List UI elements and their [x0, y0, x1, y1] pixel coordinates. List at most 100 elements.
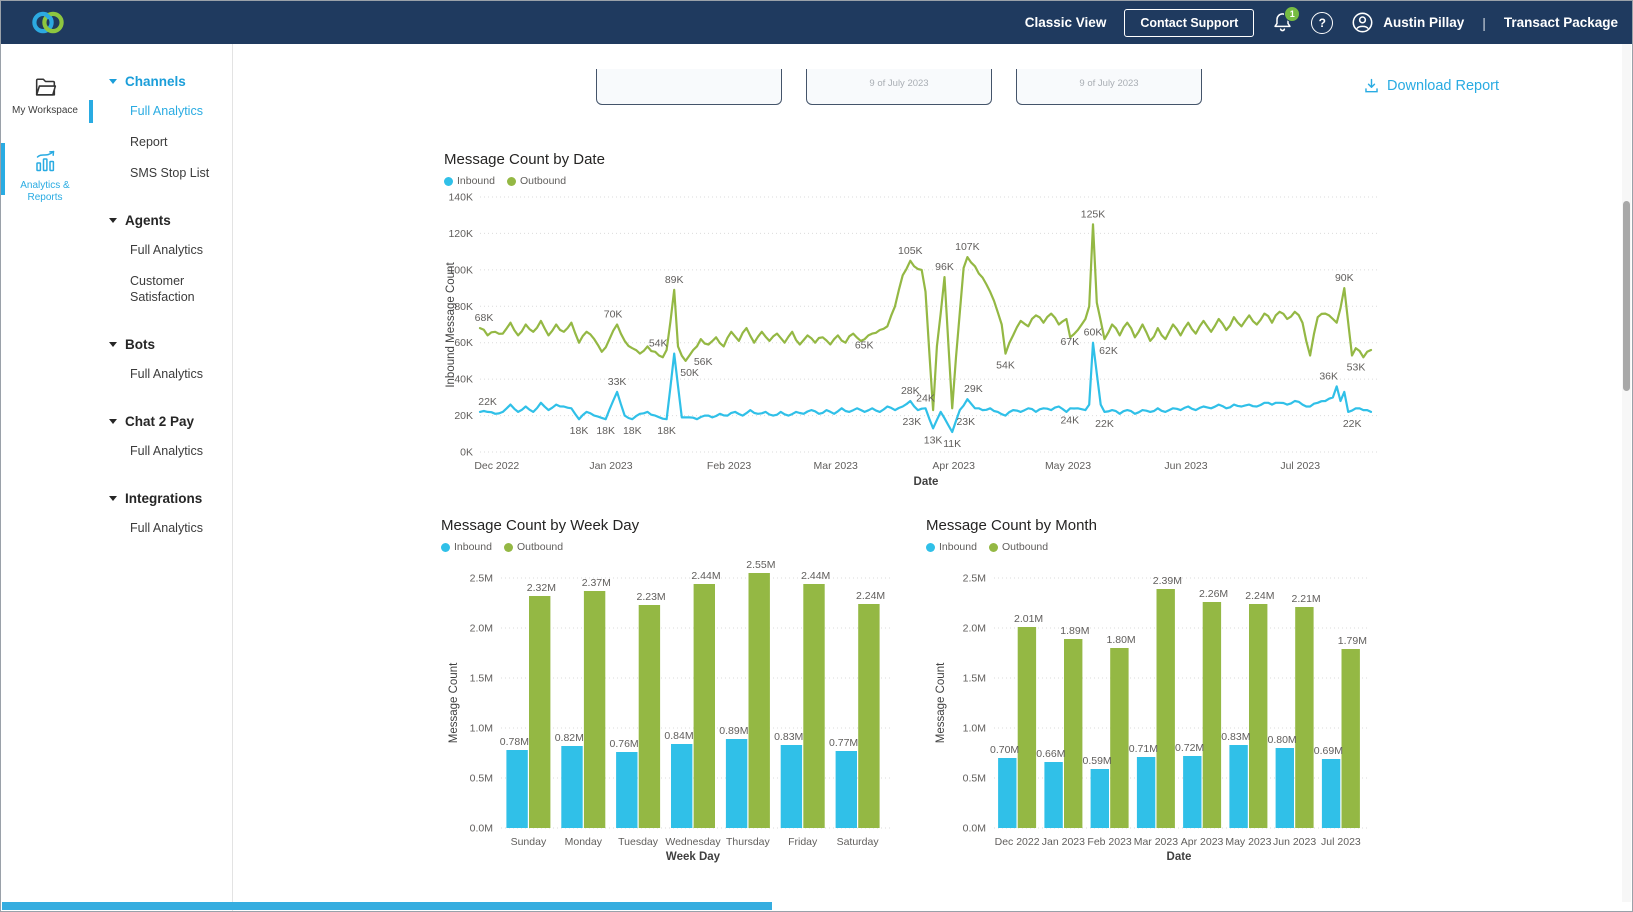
- bar-inbound-jul-2023[interactable]: [1322, 759, 1340, 828]
- legend-item-outbound[interactable]: Outbound: [504, 541, 563, 553]
- bar-inbound-mar-2023[interactable]: [1137, 757, 1155, 828]
- data-label: 1.79M: [1338, 635, 1367, 647]
- nav-group-header-bots[interactable]: Bots: [89, 337, 232, 352]
- x-tick-label: Dec 2022: [474, 460, 519, 472]
- data-label: 29K: [964, 383, 983, 395]
- bar-inbound-may-2023[interactable]: [1229, 745, 1247, 828]
- nav-item-integrations-full-analytics[interactable]: Full Analytics: [89, 520, 232, 537]
- bar-inbound-jun-2023[interactable]: [1276, 748, 1294, 828]
- bar-inbound-feb-2023[interactable]: [1091, 769, 1109, 828]
- vertical-scrollbar-thumb[interactable]: [1623, 201, 1630, 391]
- chart-title: Message Count by Week Day: [441, 517, 903, 534]
- rail-item-analytics-reports[interactable]: Analytics & Reports: [1, 148, 89, 205]
- data-label: 62K: [1099, 345, 1118, 357]
- date-filter-2[interactable]: 9 of July 2023: [806, 69, 992, 105]
- bar-inbound-wednesday[interactable]: [671, 744, 692, 828]
- bar-inbound-jan-2023[interactable]: [1044, 762, 1062, 828]
- nav-group-header-chat-2-pay[interactable]: Chat 2 Pay: [89, 414, 232, 429]
- data-label: 22K: [478, 396, 497, 408]
- legend-item-inbound[interactable]: Inbound: [926, 541, 977, 553]
- bar-outbound-thursday[interactable]: [749, 573, 770, 828]
- legend-item-outbound[interactable]: Outbound: [989, 541, 1048, 553]
- nav-group-label: Channels: [125, 74, 186, 89]
- bar-outbound-friday[interactable]: [803, 584, 824, 828]
- bar-outbound-sunday[interactable]: [529, 596, 550, 828]
- y-tick-label: 2.0M: [470, 623, 493, 635]
- line-chart-canvas[interactable]: 0K20K40K60K80K100K120K140KDec 2022Jan 20…: [444, 187, 1379, 492]
- legend-item-inbound[interactable]: Inbound: [441, 541, 492, 553]
- download-report-button[interactable]: Download Report: [1363, 77, 1499, 95]
- bar-outbound-dec-2022[interactable]: [1018, 627, 1036, 828]
- legend-dot-outbound: [504, 543, 513, 552]
- rail-item-my-workspace[interactable]: My Workspace: [1, 74, 89, 118]
- nav-group-header-integrations[interactable]: Integrations: [89, 491, 232, 506]
- nav-group-header-agents[interactable]: Agents: [89, 213, 232, 228]
- data-label: 0.70M: [990, 744, 1019, 756]
- bar-outbound-saturday[interactable]: [858, 604, 879, 828]
- nav-group-label: Bots: [125, 337, 155, 352]
- legend-item-outbound[interactable]: Outbound: [507, 175, 566, 187]
- bar-inbound-saturday[interactable]: [836, 751, 857, 828]
- bar-outbound-monday[interactable]: [584, 591, 605, 828]
- chart-title: Message Count by Date: [444, 151, 1384, 168]
- bar-inbound-tuesday[interactable]: [616, 752, 637, 828]
- data-label: 53K: [1347, 362, 1366, 374]
- data-label: 18K: [596, 425, 615, 437]
- nav-item-channels-report[interactable]: Report: [89, 134, 232, 151]
- data-label: 0.80M: [1268, 734, 1297, 746]
- bar-outbound-mar-2023[interactable]: [1157, 589, 1175, 828]
- user-name: Austin Pillay: [1383, 15, 1464, 30]
- date-filter-3[interactable]: 9 of July 2023: [1016, 69, 1202, 105]
- bar-outbound-tuesday[interactable]: [639, 605, 660, 828]
- y-tick-label: 1.5M: [963, 673, 986, 685]
- bar-inbound-sunday[interactable]: [506, 750, 527, 828]
- bar-chart-canvas[interactable]: 0.0M0.5M1.0M1.5M2.0M2.5MDec 20220.70M2.0…: [926, 553, 1392, 873]
- vertical-scrollbar[interactable]: [1622, 44, 1631, 902]
- nav-item-chat-2-pay-full-analytics[interactable]: Full Analytics: [89, 443, 232, 460]
- brand-logo-icon[interactable]: [29, 9, 67, 36]
- horizontal-scrollbar[interactable]: [2, 902, 1622, 910]
- contact-support-button[interactable]: Contact Support: [1124, 9, 1254, 37]
- bar-outbound-apr-2023[interactable]: [1203, 602, 1221, 828]
- horizontal-scrollbar-thumb[interactable]: [2, 902, 772, 910]
- data-label: 0.66M: [1036, 748, 1065, 760]
- bar-chart-canvas[interactable]: 0.0M0.5M1.0M1.5M2.0M2.5MSunday0.78M2.32M…: [441, 553, 901, 873]
- bar-outbound-wednesday[interactable]: [694, 584, 715, 828]
- nav-group-header-channels[interactable]: Channels: [89, 74, 232, 89]
- bar-outbound-may-2023[interactable]: [1249, 604, 1267, 828]
- legend-label: Outbound: [517, 541, 563, 553]
- bar-outbound-feb-2023[interactable]: [1110, 648, 1128, 828]
- data-label: 2.32M: [527, 582, 556, 594]
- bar-outbound-jan-2023[interactable]: [1064, 639, 1082, 828]
- notifications-button[interactable]: 1: [1272, 11, 1293, 34]
- bar-inbound-friday[interactable]: [781, 745, 802, 828]
- data-label: 2.01M: [1014, 613, 1043, 625]
- bar-outbound-jul-2023[interactable]: [1342, 649, 1360, 828]
- user-menu[interactable]: Austin Pillay: [1351, 11, 1464, 34]
- bar-outbound-jun-2023[interactable]: [1295, 607, 1313, 828]
- data-label: 18K: [623, 425, 642, 437]
- bar-inbound-apr-2023[interactable]: [1183, 756, 1201, 828]
- nav-item-agents-customer-satisfaction[interactable]: Customer Satisfaction: [89, 273, 232, 307]
- analytics-icon: [32, 148, 59, 174]
- nav-item-channels-sms-stop-list[interactable]: SMS Stop List: [89, 165, 232, 182]
- help-icon[interactable]: ?: [1311, 12, 1333, 34]
- nav-item-agents-full-analytics[interactable]: Full Analytics: [89, 242, 232, 259]
- bar-inbound-monday[interactable]: [561, 746, 582, 828]
- nav-group-label: Integrations: [125, 491, 202, 506]
- nav-group-integrations: Integrations Full Analytics: [89, 491, 232, 537]
- data-label: 0.71M: [1129, 743, 1158, 755]
- nav-item-bots-full-analytics[interactable]: Full Analytics: [89, 366, 232, 383]
- bar-inbound-dec-2022[interactable]: [998, 758, 1016, 828]
- bar-inbound-thursday[interactable]: [726, 739, 747, 828]
- data-label: 105K: [898, 245, 923, 257]
- data-label: 2.44M: [801, 570, 830, 582]
- data-label: 24K: [916, 392, 935, 404]
- classic-view-link[interactable]: Classic View: [1025, 15, 1107, 30]
- y-tick-label: 40K: [454, 374, 473, 386]
- x-tick-label: Jan 2023: [1042, 836, 1085, 848]
- date-filter-1[interactable]: [596, 69, 782, 105]
- nav-item-channels-full-analytics[interactable]: Full Analytics: [89, 103, 232, 120]
- legend-item-inbound[interactable]: Inbound: [444, 175, 495, 187]
- data-label: 18K: [570, 425, 589, 437]
